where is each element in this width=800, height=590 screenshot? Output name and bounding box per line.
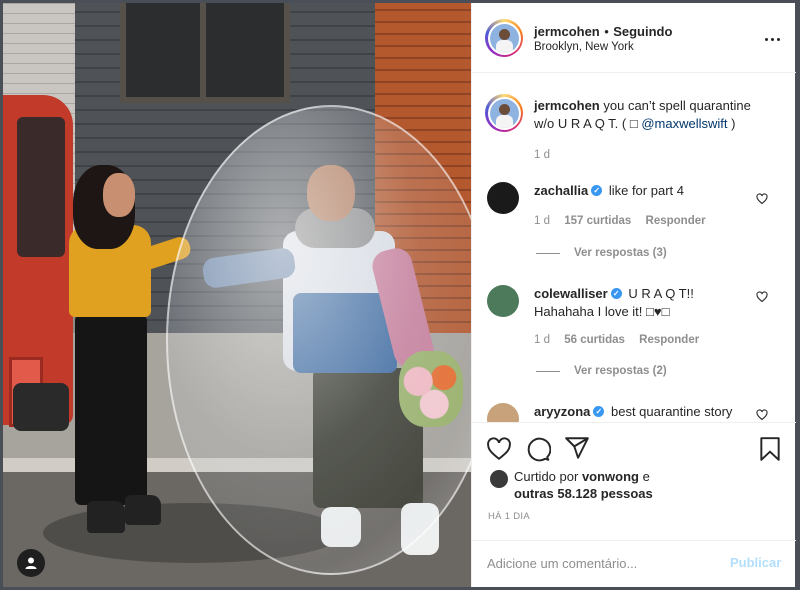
van-window	[17, 117, 65, 257]
replies-divider	[536, 370, 560, 372]
post-location[interactable]: Brooklyn, New York	[534, 41, 634, 53]
comment-username[interactable]: colewalliser	[534, 286, 608, 301]
liker-avatar[interactable]	[490, 470, 508, 488]
caption-avatar[interactable]	[485, 94, 523, 132]
view-replies-button[interactable]: Ver respostas (3)	[536, 247, 667, 259]
verified-badge-icon: ✓	[610, 288, 622, 300]
verified-badge-icon: ✓	[591, 185, 603, 197]
user-tag-button[interactable]	[17, 549, 45, 577]
comment-text: U R A Q T!!	[628, 286, 694, 301]
woman-legs	[75, 315, 147, 505]
post-date[interactable]: HÁ 1 DIA	[488, 511, 530, 522]
bookmark-icon[interactable]	[757, 436, 783, 462]
comment: zachallia ✓ like for part 4	[534, 182, 749, 200]
author-avatar[interactable]	[485, 19, 523, 57]
post-header: jermcohen • Seguindo Brooklyn, New York	[472, 3, 796, 73]
comment-avatar[interactable]	[487, 403, 519, 422]
comment-heart-icon[interactable]	[756, 193, 768, 205]
woman-face	[103, 173, 135, 217]
comment-username[interactable]: aryyzona	[534, 404, 590, 419]
comment-likes[interactable]: 157 curtidas	[564, 215, 631, 227]
caption-timestamp[interactable]: 1 d	[534, 149, 550, 161]
caption-username[interactable]: jermcohen	[534, 98, 600, 113]
likes-prefix: Curtido por	[514, 469, 579, 484]
woman-shoe	[87, 501, 125, 533]
comment-text-line2: Hahahaha I love it! □♥□	[534, 304, 670, 319]
comment-heart-icon[interactable]	[756, 409, 768, 421]
comment: aryyzona ✓ best quarantine story	[534, 403, 749, 421]
reply-button[interactable]: Responder	[646, 215, 706, 227]
replies-divider	[536, 252, 560, 254]
comment-bar: Publicar	[472, 540, 796, 587]
post-actions: Curtido por vonwong e outras 58.128 pess…	[472, 422, 796, 582]
caption-mention[interactable]: @maxwellswift	[641, 116, 727, 131]
verified-badge-icon: ✓	[593, 406, 605, 418]
likes-others[interactable]: outras 58.128 pessoas	[514, 486, 653, 501]
view-replies-label: Ver respostas (3)	[574, 247, 667, 259]
heart-icon[interactable]	[486, 436, 512, 462]
likes-connector: e	[642, 469, 650, 484]
following-button[interactable]: Seguindo	[613, 24, 672, 39]
comment-text: like for part 4	[608, 183, 684, 198]
liker-username[interactable]: vonwong	[582, 469, 639, 484]
view-replies-label: Ver respostas (2)	[574, 365, 667, 377]
van-tire	[13, 383, 69, 431]
share-icon[interactable]	[564, 435, 590, 461]
user-tag-icon	[25, 557, 37, 569]
comment-timestamp[interactable]: 1 d	[534, 334, 550, 346]
publish-button[interactable]: Publicar	[730, 555, 781, 570]
comment-icon[interactable]	[525, 436, 551, 462]
comment-timestamp[interactable]: 1 d	[534, 215, 550, 227]
window-frame	[200, 3, 206, 97]
comment-avatar[interactable]	[487, 182, 519, 214]
caption-end: )	[731, 116, 736, 131]
comment-text: best quarantine story	[611, 404, 733, 419]
likes-summary: Curtido por vonwong e outras 58.128 pess…	[514, 468, 653, 502]
post-photo[interactable]	[3, 3, 471, 587]
reply-button[interactable]: Responder	[639, 334, 699, 346]
author-username[interactable]: jermcohen	[534, 24, 600, 39]
woman-shoe	[125, 495, 161, 525]
post-panel: jermcohen • Seguindo Brooklyn, New York …	[471, 3, 796, 587]
caption: jermcohen you can’t spell quarantine w/o…	[534, 97, 774, 133]
comment-meta: 1 d 56 curtidas Responder	[534, 334, 699, 346]
comment-input[interactable]	[487, 556, 707, 571]
comment-username[interactable]: zachallia	[534, 183, 588, 198]
comment: colewalliser ✓ U R A Q T!! Hahahaha I lov…	[534, 285, 749, 321]
comments-list[interactable]: jermcohen you can’t spell quarantine w/o…	[472, 74, 796, 422]
red-van	[3, 95, 73, 427]
comment-avatar[interactable]	[487, 285, 519, 317]
more-options-icon[interactable]	[758, 27, 786, 51]
comment-likes[interactable]: 56 curtidas	[564, 334, 625, 346]
comment-heart-icon[interactable]	[756, 291, 768, 303]
view-replies-button[interactable]: Ver respostas (2)	[536, 365, 667, 377]
header-separator: •	[604, 24, 609, 39]
comment-meta: 1 d 157 curtidas Responder	[534, 215, 706, 227]
